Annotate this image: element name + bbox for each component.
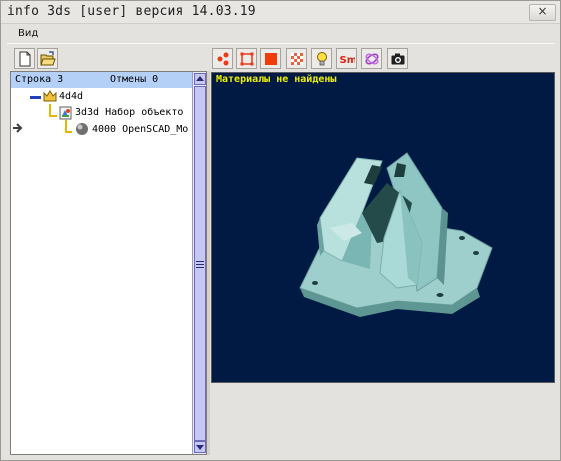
wireframe-icon — [240, 52, 254, 66]
camera-icon — [391, 53, 405, 65]
tree-scrollbar[interactable] — [192, 72, 206, 454]
checker-icon — [291, 53, 303, 65]
tree-node-label: 4d4d — [59, 91, 84, 102]
solid-fill-icon — [265, 53, 277, 65]
chunk-tree: 4d4d 3d3d Набор объекто 4000 OpenSCAD_Mo — [11, 88, 192, 454]
crown-icon — [43, 90, 57, 102]
sphere-icon — [76, 123, 88, 135]
lighting-button[interactable] — [311, 48, 332, 69]
undo-counter: Отмены 0 — [110, 74, 159, 85]
tree-node-4d4d[interactable]: 4d4d — [43, 90, 183, 105]
smoothing-icon: Sm — [340, 55, 356, 66]
title-bar[interactable]: info 3ds [user] версия 14.03.19 × — [1, 1, 560, 24]
app-window: info 3ds [user] версия 14.03.19 × Вид Sm… — [0, 0, 561, 461]
open-file-button[interactable] — [37, 48, 58, 69]
tree-node-4000[interactable]: 4000 OpenSCAD_Mo — [75, 122, 191, 137]
grip-icon — [196, 261, 204, 268]
open-folder-icon — [40, 51, 56, 66]
tree-node-3d3d[interactable]: 3d3d Набор объекто — [59, 106, 191, 121]
orbit-button[interactable] — [361, 48, 382, 69]
points-icon — [217, 52, 229, 66]
orbit-icon — [365, 53, 379, 65]
lightbulb-icon — [317, 52, 327, 66]
hierarchy-panel: Строка 3 Отмены 0 4d4d 3d3d Набор объект… — [10, 71, 207, 455]
tree-node-label: 3d3d Набор объекто — [75, 107, 184, 118]
pane-splitter[interactable] — [207, 71, 210, 455]
panel-header: Строка 3 Отмены 0 — [11, 72, 192, 88]
3d-viewport[interactable]: Материалы не найдены — [211, 72, 555, 383]
menu-bar: Вид — [1, 24, 560, 44]
scroll-down-button[interactable] — [194, 441, 206, 453]
smooth-button[interactable]: Sm — [336, 48, 357, 69]
scroll-up-button[interactable] — [194, 73, 206, 85]
window-title: info 3ds [user] версия 14.03.19 — [7, 4, 256, 19]
new-document-icon — [19, 51, 31, 67]
texture-button[interactable] — [286, 48, 307, 69]
arrow-down-icon — [196, 445, 204, 450]
arrow-up-icon — [196, 76, 204, 81]
svg-text:Sm: Sm — [340, 55, 356, 66]
tree-node-label: 4000 OpenSCAD_Mo — [92, 124, 189, 135]
menu-view[interactable]: Вид — [18, 28, 38, 39]
scroll-thumb[interactable] — [194, 86, 206, 441]
close-icon: × — [537, 4, 548, 18]
screenshot-button[interactable] — [387, 48, 408, 69]
new-file-button[interactable] — [14, 48, 35, 69]
object-set-icon — [59, 106, 72, 120]
3d-model — [299, 152, 493, 317]
wireframe-button[interactable] — [236, 48, 257, 69]
row-indicator: Строка 3 — [15, 74, 64, 85]
points-button[interactable] — [212, 48, 233, 69]
close-button[interactable]: × — [529, 4, 556, 21]
menu-divider — [7, 43, 555, 44]
solid-button[interactable] — [260, 48, 281, 69]
